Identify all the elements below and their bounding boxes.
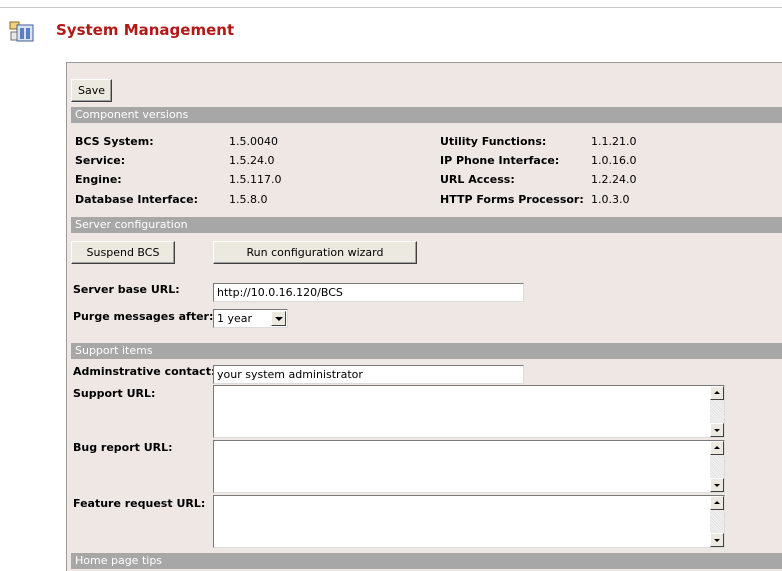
section-server-configuration: Server configuration <box>71 217 782 233</box>
component-name: Utility Functions: <box>440 135 547 148</box>
component-name: URL Access: <box>440 173 515 186</box>
server-base-url-input[interactable]: http://10.0.16.120/BCS <box>213 283 524 302</box>
support-url-label: Support URL: <box>73 387 156 400</box>
save-button[interactable]: Save <box>71 79 112 102</box>
purge-messages-select[interactable]: 1 year <box>213 309 288 328</box>
system-management-icon <box>9 21 34 42</box>
section-support-items: Support items <box>71 343 782 359</box>
component-name: IP Phone Interface: <box>440 154 560 167</box>
component-version: 1.0.16.0 <box>591 154 637 167</box>
bug-report-url-textarea[interactable] <box>213 440 725 493</box>
purge-messages-value: 1 year <box>217 312 253 325</box>
support-url-textarea[interactable] <box>213 385 725 438</box>
top-divider <box>0 7 782 8</box>
server-base-url-label: Server base URL: <box>73 283 180 296</box>
suspend-bcs-button[interactable]: Suspend BCS <box>71 241 175 264</box>
scroll-up-icon[interactable] <box>710 441 724 455</box>
section-component-versions: Component versions <box>71 107 782 123</box>
component-name: Service: <box>75 154 126 167</box>
scroll-up-icon[interactable] <box>710 386 724 400</box>
scroll-up-icon[interactable] <box>710 496 724 510</box>
support-url-scrollbar[interactable] <box>710 386 724 437</box>
bug-report-url-label: Bug report URL: <box>73 441 173 454</box>
component-name: Engine: <box>75 173 122 186</box>
run-configuration-wizard-button[interactable]: Run configuration wizard <box>213 241 417 264</box>
section-home-page-tips: Home page tips <box>71 553 782 569</box>
component-version: 1.1.21.0 <box>591 135 637 148</box>
component-name: BCS System: <box>75 135 154 148</box>
component-name: Database Interface: <box>75 193 199 206</box>
feature-request-url-textarea[interactable] <box>213 495 725 548</box>
system-management-panel: Save Component versions BCS System: 1.5.… <box>66 62 782 571</box>
component-version: 1.5.0040 <box>229 135 278 148</box>
feature-request-url-label: Feature request URL: <box>73 497 206 510</box>
component-version: 1.2.24.0 <box>591 173 637 186</box>
component-version: 1.0.3.0 <box>591 193 630 206</box>
component-version: 1.5.24.0 <box>229 154 275 167</box>
administrative-contact-input[interactable]: your system administrator <box>213 365 524 384</box>
component-version: 1.5.8.0 <box>229 193 268 206</box>
scroll-down-icon[interactable] <box>710 533 724 547</box>
purge-messages-label: Purge messages after: <box>73 310 214 323</box>
page-title: System Management <box>56 21 235 39</box>
bug-report-url-scrollbar[interactable] <box>710 441 724 492</box>
component-name: HTTP Forms Processor: <box>440 193 584 206</box>
feature-request-url-scrollbar[interactable] <box>710 496 724 547</box>
chevron-down-icon[interactable] <box>271 311 286 326</box>
component-version: 1.5.117.0 <box>229 173 282 186</box>
administrative-contact-label: Adminstrative contact: <box>73 365 216 378</box>
scroll-down-icon[interactable] <box>710 478 724 492</box>
scroll-down-icon[interactable] <box>710 423 724 437</box>
